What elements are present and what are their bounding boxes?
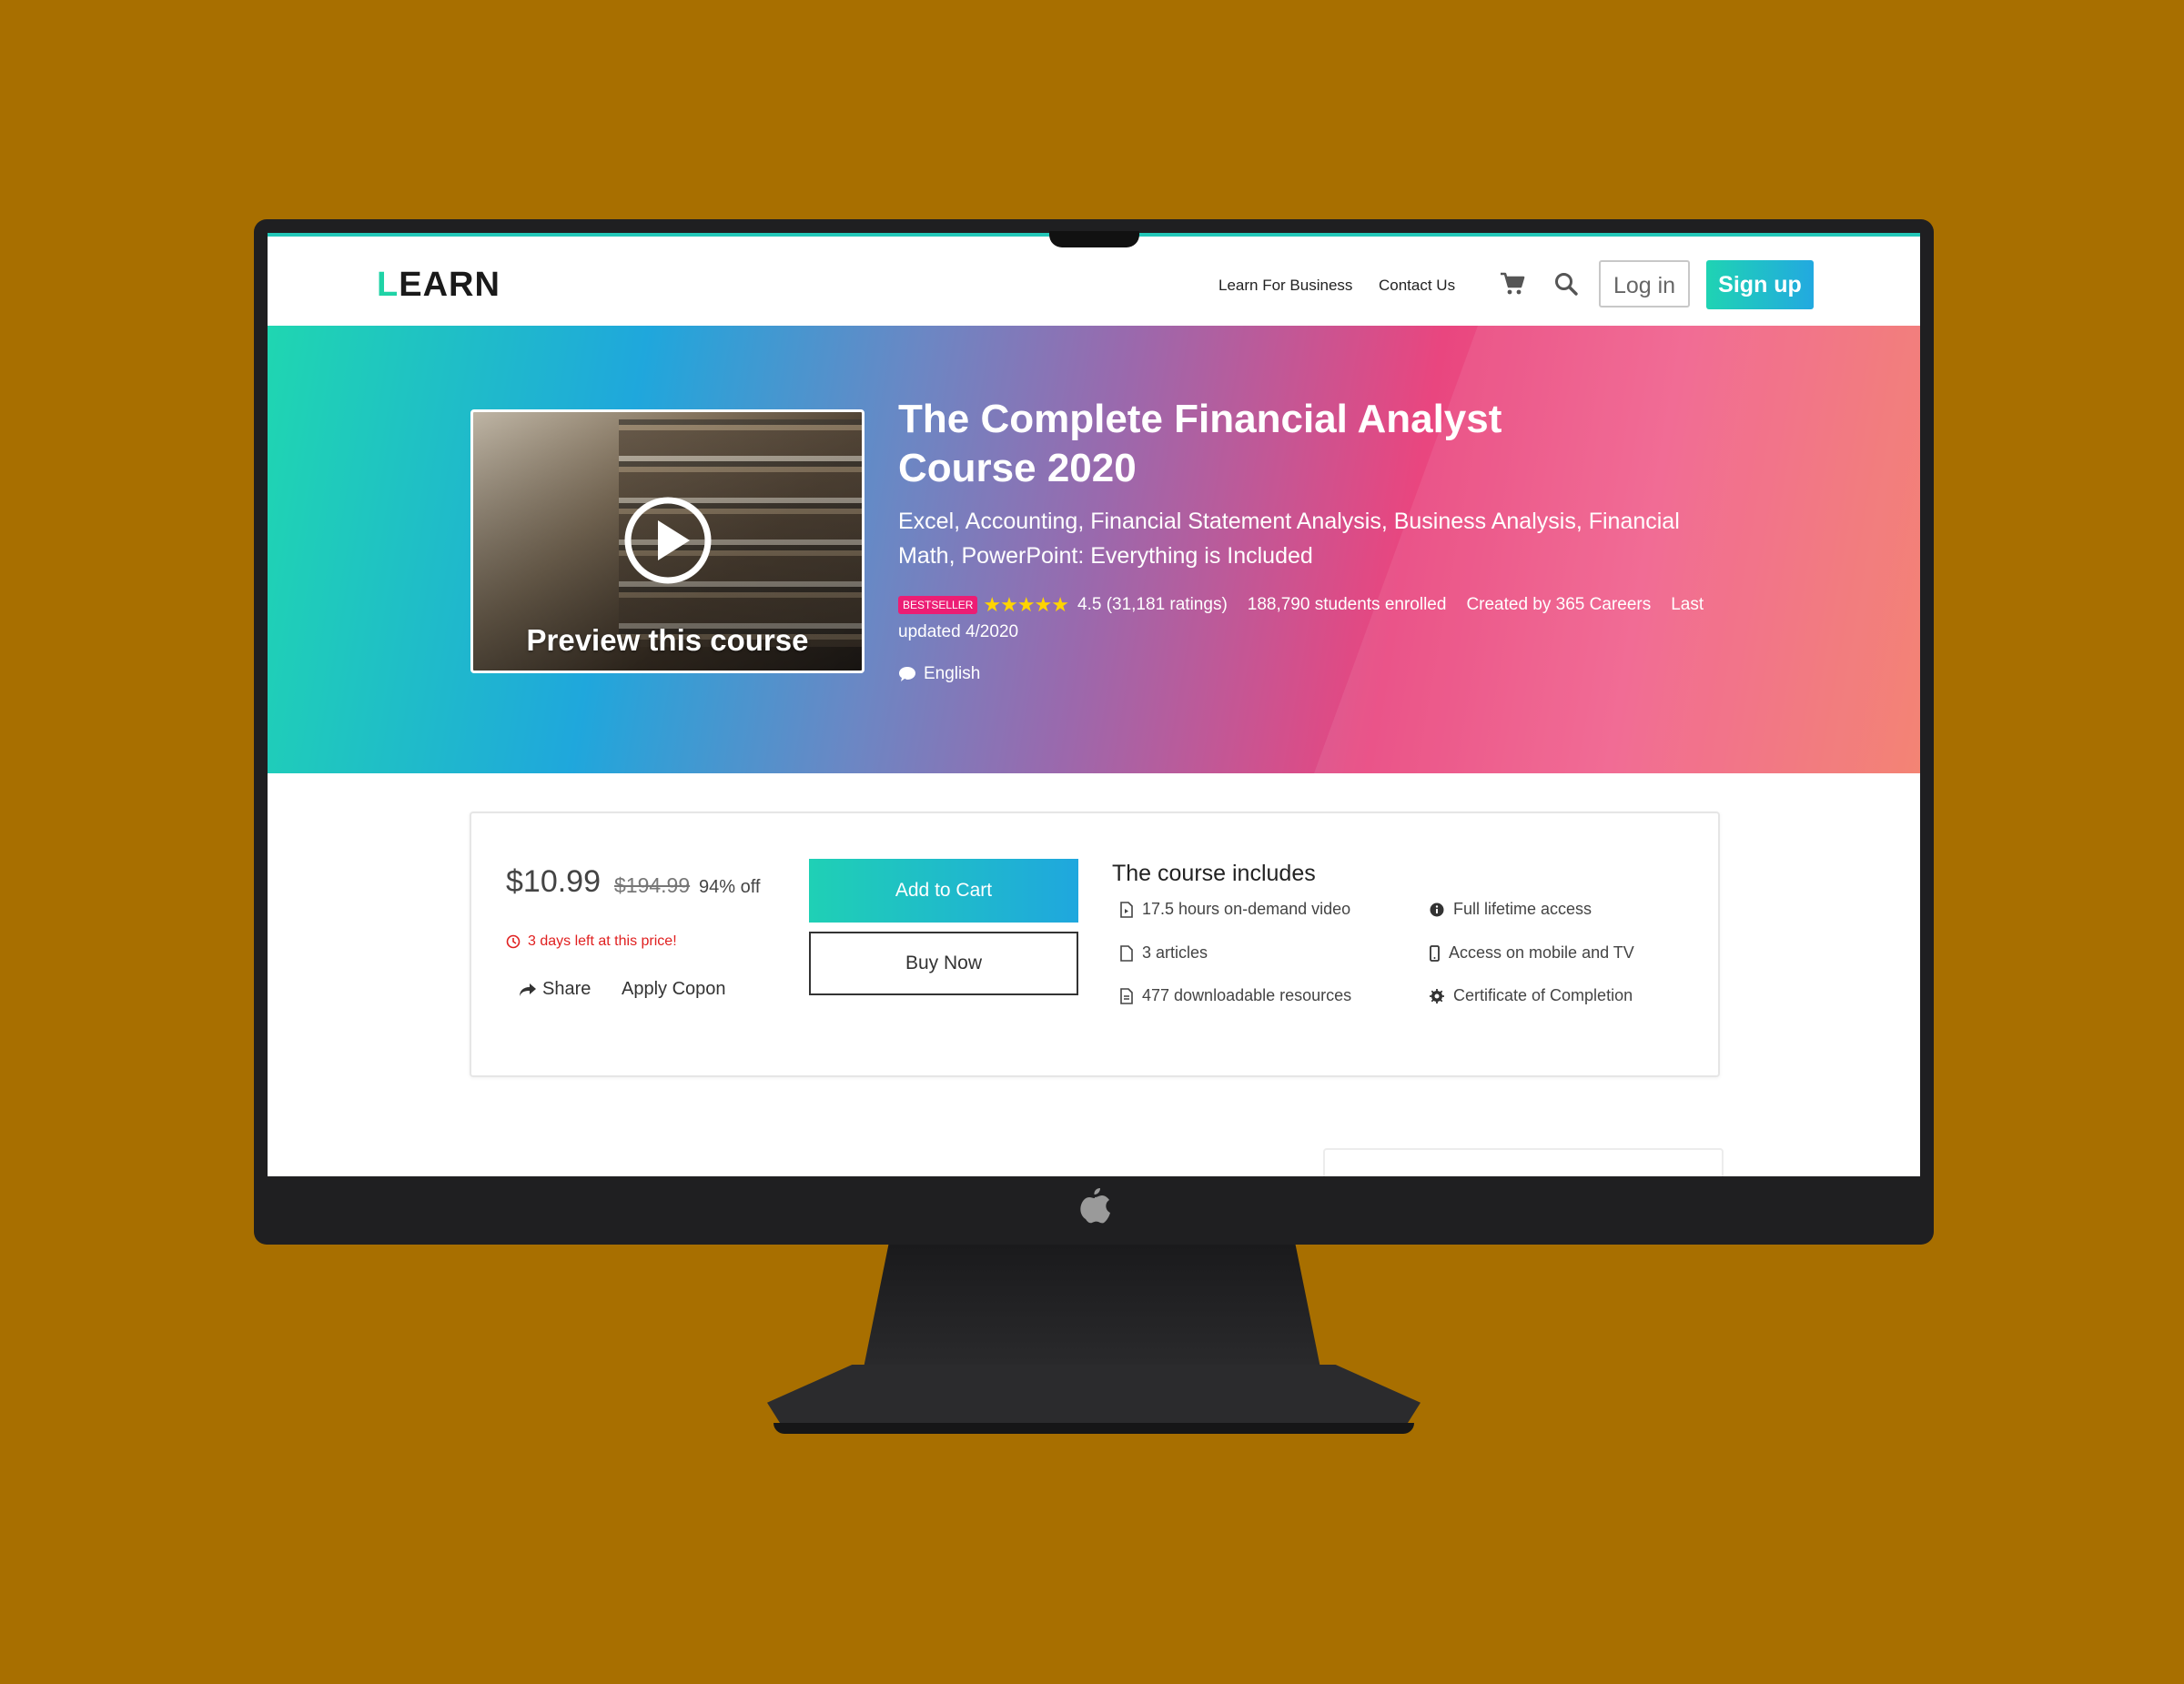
include-label: Access on mobile and TV bbox=[1449, 943, 1634, 962]
buy-now-button[interactable]: Buy Now bbox=[809, 932, 1078, 995]
certificate-icon bbox=[1430, 989, 1444, 1004]
include-item-articles: 3 articles bbox=[1120, 943, 1208, 963]
share-label: Share bbox=[542, 979, 592, 999]
created-by[interactable]: Created by 365 Careers bbox=[1466, 595, 1651, 614]
rating-stars: ★★★★★ bbox=[983, 593, 1069, 616]
language-label: English bbox=[924, 664, 981, 683]
signup-button[interactable]: Sign up bbox=[1706, 260, 1814, 309]
camera-notch bbox=[1049, 231, 1139, 247]
includes-title: The course includes bbox=[1112, 861, 1316, 886]
course-subtitle: Excel, Accounting, Financial Statement A… bbox=[898, 509, 1680, 569]
course-hero: Preview this course The Complete Financi… bbox=[268, 326, 1920, 773]
current-price: $10.99 bbox=[506, 864, 601, 899]
nav-link-learn-for-business[interactable]: Learn For Business bbox=[1218, 277, 1352, 295]
login-button[interactable]: Log in bbox=[1599, 260, 1690, 308]
screen: LEARN Learn For Business Contact Us Log … bbox=[268, 233, 1920, 1176]
rating-text: 4.5 (31,181 ratings) bbox=[1077, 595, 1228, 615]
apply-coupon-link[interactable]: Apply Copon bbox=[622, 979, 726, 1000]
language: English bbox=[898, 664, 980, 684]
course-title: The Complete Financial Analyst Course 20… bbox=[898, 397, 1502, 490]
include-item-video: 17.5 hours on-demand video bbox=[1120, 900, 1350, 919]
include-item-certificate: Certificate of Completion bbox=[1430, 986, 1633, 1005]
sidebar-card-partial bbox=[1323, 1148, 1724, 1176]
file-download-icon bbox=[1120, 988, 1133, 1005]
apple-logo bbox=[1080, 1188, 1110, 1224]
include-label: 17.5 hours on-demand video bbox=[1142, 900, 1351, 918]
bestseller-badge: BESTSELLER bbox=[898, 596, 978, 614]
discount: 94% off bbox=[699, 877, 761, 897]
price-timer: 3 days left at this price! bbox=[506, 933, 677, 950]
timer-text: 3 days left at this price! bbox=[528, 933, 677, 949]
include-label: 477 downloadable resources bbox=[1142, 986, 1352, 1004]
search-icon[interactable] bbox=[1553, 271, 1579, 297]
include-label: Certificate of Completion bbox=[1453, 986, 1633, 1004]
nav-link-contact-us[interactable]: Contact Us bbox=[1379, 277, 1455, 295]
preview-label: Preview this course bbox=[526, 623, 809, 657]
file-icon bbox=[1120, 945, 1133, 963]
include-item-mobile: Access on mobile and TV bbox=[1430, 943, 1634, 963]
add-to-cart-button[interactable]: Add to Cart bbox=[809, 859, 1078, 923]
include-item-resources: 477 downloadable resources bbox=[1120, 986, 1351, 1005]
navbar: LEARN Learn For Business Contact Us Log … bbox=[268, 237, 1920, 326]
logo[interactable]: LEARN bbox=[377, 266, 500, 305]
students-enrolled: 188,790 students enrolled bbox=[1247, 595, 1447, 615]
include-label: Full lifetime access bbox=[1453, 900, 1592, 918]
course-meta: BESTSELLER ★★★★★ 4.5 (31,181 ratings) 188,7… bbox=[898, 591, 1735, 646]
include-label: 3 articles bbox=[1142, 943, 1208, 962]
share-icon bbox=[520, 983, 536, 996]
play-icon[interactable] bbox=[623, 496, 713, 585]
file-video-icon bbox=[1120, 902, 1133, 919]
logo-rest: EARN bbox=[399, 266, 500, 304]
chat-icon bbox=[899, 666, 915, 681]
monitor-stand-shadow bbox=[774, 1423, 1414, 1434]
purchase-card: $10.99 $194.99 94% off 3 days left at th… bbox=[470, 812, 1720, 1077]
include-item-lifetime: Full lifetime access bbox=[1430, 900, 1592, 919]
share-button[interactable]: Share bbox=[519, 979, 591, 1000]
cart-icon[interactable] bbox=[1500, 271, 1525, 297]
original-price: $194.99 bbox=[614, 873, 691, 897]
logo-initial: L bbox=[377, 266, 399, 304]
course-preview-video[interactable]: Preview this course bbox=[470, 409, 864, 673]
info-icon bbox=[1430, 903, 1444, 917]
mobile-icon bbox=[1430, 945, 1440, 963]
clock-icon bbox=[506, 934, 521, 949]
